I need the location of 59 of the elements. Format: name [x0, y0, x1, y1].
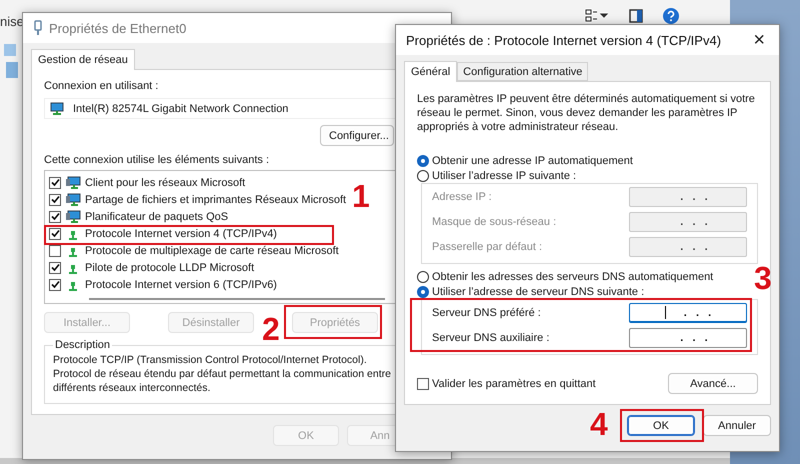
dialog-button[interactable]: Annuler — [703, 415, 771, 436]
help-icon[interactable] — [663, 8, 679, 24]
step-number: 2 — [262, 313, 280, 345]
list-item[interactable]: Client pour les réseaux Microsoft — [85, 176, 246, 188]
checkbox[interactable] — [49, 244, 61, 256]
monitor-icon — [65, 192, 81, 206]
radio-button[interactable] — [417, 170, 429, 182]
group-title: Description — [54, 339, 112, 351]
step-number: 1 — [352, 180, 370, 212]
radio-button[interactable] — [417, 155, 429, 168]
list-item[interactable]: Protocole Internet version 6 (TCP/IPv6) — [85, 278, 277, 290]
checkbox-option[interactable]: Valider les paramètres en quittant — [417, 374, 596, 394]
field-label: Serveur DNS auxiliaire : — [432, 332, 550, 344]
pane-icon[interactable] — [629, 9, 643, 23]
network-adapter-icon — [33, 20, 43, 36]
intro-text: Les paramètres IP peuvent être déterminés automatiquement si votre réseau le permet. Sinon, vous devez demander les paramètres IP appropriés à votre administrateur réseau. — [417, 92, 756, 134]
tab[interactable]: Général — [404, 61, 458, 82]
section-label: Cette connexion utilise les éléments suivants : — [44, 154, 270, 166]
monitor-icon — [65, 176, 81, 190]
field-label: Passerelle par défaut : — [432, 240, 542, 253]
checkbox[interactable] — [49, 228, 61, 240]
checkbox[interactable] — [417, 378, 429, 390]
network-adapter-icon — [49, 102, 65, 116]
list-item[interactable]: Partage de fichiers et imprimantes Réseaux Microsoft — [85, 194, 346, 206]
radio-button[interactable] — [417, 271, 429, 284]
tab[interactable]: Configuration alternative — [457, 62, 588, 81]
list-item[interactable]: Protocole Internet version 4 (TCP/IPv4) — [85, 228, 277, 240]
radio-button[interactable] — [417, 286, 429, 298]
field-label: Adresse IP : — [432, 190, 492, 203]
tab[interactable]: Gestion de réseau — [31, 49, 135, 70]
checkbox[interactable] — [49, 262, 61, 274]
monitor-icon — [65, 210, 81, 224]
checkbox[interactable] — [49, 278, 61, 290]
ip-address-field[interactable]: . . . — [629, 302, 747, 322]
list-item[interactable]: Protocole de multiplexage de carte réseau Microsoft — [85, 244, 339, 256]
field-label: Serveur DNS préféré : — [432, 306, 541, 318]
configure-button[interactable]: Configurer... — [320, 125, 394, 146]
section-label: Connexion en utilisant : — [44, 80, 160, 92]
checkbox[interactable] — [49, 176, 61, 188]
checkbox[interactable] — [49, 194, 61, 206]
radio-option[interactable]: Utiliser l’adresse IP suivante : — [417, 168, 758, 184]
list-item[interactable]: Pilote de protocole LLDP Microsoft — [85, 262, 254, 274]
step-number: 3 — [754, 262, 772, 294]
dialog-button[interactable]: OK — [627, 415, 695, 436]
field-label: Masque de sous-réseau : — [432, 216, 556, 228]
window-title: nise — [0, 14, 24, 29]
close-button[interactable]: × — [749, 30, 769, 50]
ip-address-field[interactable]: . . . — [629, 328, 747, 348]
window-title: Propriétés de Ethernet0 — [49, 20, 188, 36]
view-icon[interactable] — [585, 9, 609, 23]
step-number: 4 — [590, 408, 608, 440]
checkbox[interactable] — [49, 210, 61, 222]
adapter-name: Intel(R) 82574L Gigabit Network Connection — [73, 102, 288, 114]
list-item[interactable]: Planificateur de paquets QoS — [85, 210, 228, 222]
radio-option[interactable]: Obtenir une adresse IP automatiquement — [417, 154, 758, 169]
scrollbar[interactable] — [89, 298, 385, 300]
description-text: Protocole TCP/IP (Transmission Control Protocol/Internet Protocol). Protocol de réseau étendu par défaut permettant la communication entre différents réseaux interconnectés. — [53, 353, 392, 395]
window-title: Propriétés de : Protocole Internet version 4 (TCP/IPv4) — [406, 32, 722, 48]
advanced-button[interactable]: Avancé... — [668, 373, 758, 394]
